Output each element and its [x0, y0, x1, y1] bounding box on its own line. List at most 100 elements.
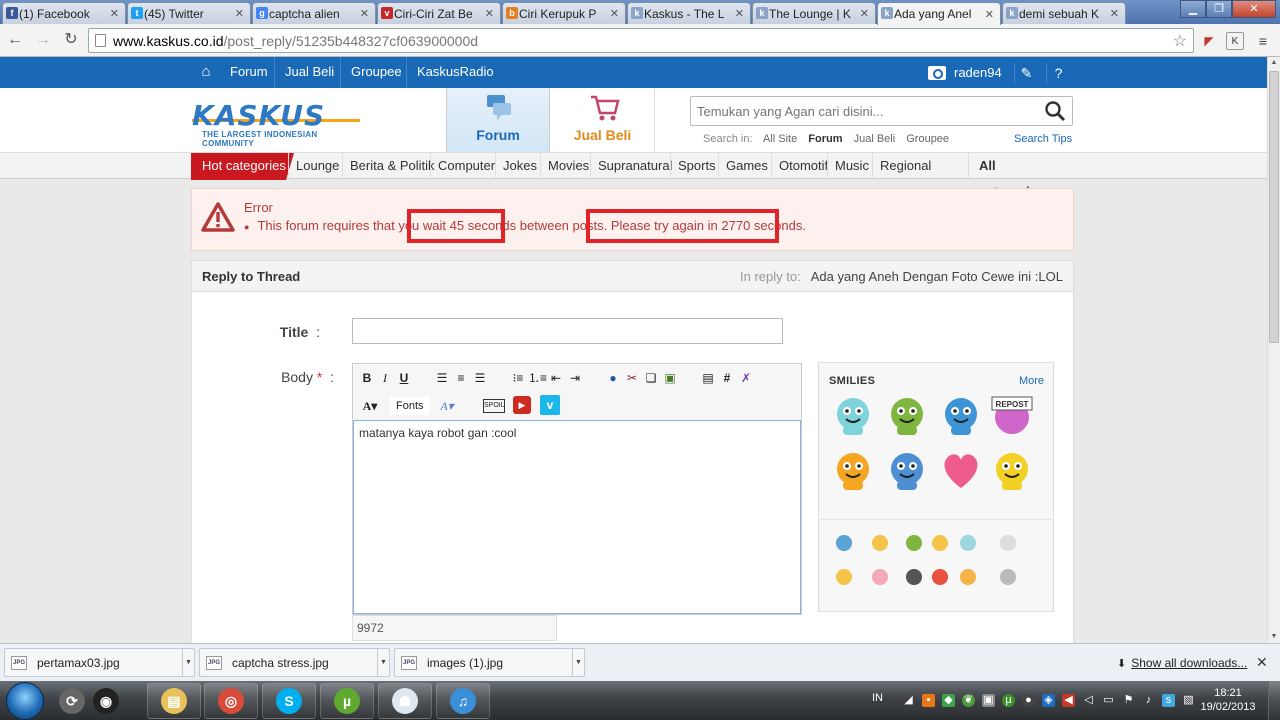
indent-icon[interactable]: ⇥: [566, 369, 584, 387]
code-icon[interactable]: ▤: [699, 369, 717, 387]
browser-tab[interactable]: t (45) Twitter ✕: [127, 2, 251, 24]
search-icon[interactable]: [1044, 100, 1066, 122]
taskbar-clock[interactable]: 18:21 19/02/2013: [1198, 686, 1258, 714]
small-angry-smiley[interactable]: [929, 568, 951, 586]
search-in-all-site[interactable]: All Site: [763, 133, 797, 145]
clear-format-icon[interactable]: ✗: [737, 369, 755, 387]
search-in-groupee[interactable]: Groupee: [906, 133, 949, 145]
category-regional[interactable]: Regional: [872, 153, 931, 179]
small-cendol-smiley[interactable]: [833, 534, 855, 552]
tray-utorrent-icon[interactable]: µ: [1002, 694, 1015, 707]
chevron-down-icon[interactable]: ▼: [182, 649, 194, 676]
youtube-icon[interactable]: ▶: [513, 396, 531, 414]
topnav-kaskusradio[interactable]: KaskusRadio: [406, 57, 494, 88]
align-right-icon[interactable]: ☰: [471, 369, 489, 387]
browser-tab[interactable]: k Kaskus - The L ✕: [627, 2, 751, 24]
tray-flag-icon[interactable]: ⚑: [1122, 694, 1135, 707]
category-sports[interactable]: Sports: [670, 153, 716, 179]
taskbar-sync-button[interactable]: ⟳: [58, 683, 86, 719]
small-smile-smiley[interactable]: [869, 534, 891, 552]
category-jokes[interactable]: Jokes: [495, 153, 537, 179]
topnav-jual-beli[interactable]: Jual Beli: [274, 57, 334, 88]
small-peace-smiley[interactable]: [997, 534, 1019, 552]
align-left-icon[interactable]: ☰: [433, 369, 451, 387]
browser-tab[interactable]: k The Lounge | K ✕: [752, 2, 876, 24]
extension-k-icon[interactable]: K: [1226, 32, 1244, 50]
hot-categories-button[interactable]: Hot categories: [191, 153, 294, 180]
back-arrow-icon[interactable]: ←: [4, 30, 26, 50]
volume-icon[interactable]: ◁: [1082, 694, 1095, 707]
taskbar-cat-button[interactable]: ☗: [378, 683, 432, 719]
bold-icon[interactable]: B: [358, 369, 376, 387]
home-icon[interactable]: ⌂: [196, 63, 216, 81]
bullet-list-icon[interactable]: ⁝≡: [509, 369, 527, 387]
search-input[interactable]: [691, 97, 1031, 125]
extension-red-icon[interactable]: ◤: [1200, 32, 1218, 50]
close-tab-icon[interactable]: ✕: [985, 8, 994, 21]
user-menu[interactable]: raden94: [928, 57, 1002, 88]
browser-tab[interactable]: v Ciri-Ciri Zat Be ✕: [377, 2, 501, 24]
outdent-icon[interactable]: ⇤: [547, 369, 565, 387]
watermelon-smiley[interactable]: [885, 393, 929, 437]
tray-antivirus-icon[interactable]: ◀: [1062, 694, 1075, 707]
spoiler-icon[interactable]: SPOIL: [483, 399, 505, 413]
topnav-forum[interactable]: Forum: [230, 57, 268, 88]
browser-tab[interactable]: f (1) Facebook ✕: [2, 2, 126, 24]
maximize-icon[interactable]: ❐: [1206, 0, 1232, 18]
small-sad-smiley[interactable]: [957, 568, 979, 586]
facepalm-smiley[interactable]: [831, 448, 875, 492]
tab-jual-beli[interactable]: Jual Beli: [551, 88, 655, 152]
download-item[interactable]: JPG pertamax03.jpg ▼: [4, 648, 195, 677]
small-dark-smiley[interactable]: [903, 568, 925, 586]
search-in-forum[interactable]: Forum: [808, 133, 842, 145]
tray-app-orange-icon[interactable]: ▪: [922, 694, 935, 707]
close-tab-icon[interactable]: ✕: [735, 7, 744, 20]
category-berita-politik[interactable]: Berita & Politik: [342, 153, 435, 179]
page-scrollbar[interactable]: ▲ ▼: [1267, 57, 1280, 643]
close-tab-icon[interactable]: ✕: [610, 7, 619, 20]
tray-app-green-icon[interactable]: ◆: [942, 694, 955, 707]
pencil-icon[interactable]: ✎: [1014, 63, 1038, 83]
tray-app-dark-icon[interactable]: ●: [1022, 694, 1035, 707]
blue-shock-smiley[interactable]: [885, 448, 929, 492]
scroll-thumb[interactable]: [1269, 71, 1279, 343]
close-tab-icon[interactable]: ✕: [1110, 7, 1119, 20]
show-all-downloads-link[interactable]: ⬇ Show all downloads...: [1117, 656, 1247, 670]
category-games[interactable]: Games: [718, 153, 768, 179]
tray-app-icon[interactable]: ▧: [1182, 694, 1195, 707]
scroll-down-icon[interactable]: ▼: [1268, 631, 1280, 643]
menu-wrench-icon[interactable]: ≡: [1254, 32, 1272, 50]
taskbar-camera-button[interactable]: ◉: [92, 683, 120, 719]
category-otomotif[interactable]: Otomotif: [771, 153, 828, 179]
tray-skype-icon[interactable]: s: [1162, 694, 1175, 707]
quote-icon[interactable]: ❏: [642, 369, 660, 387]
remove-link-icon[interactable]: ✂: [623, 369, 641, 387]
thread-title-link[interactable]: Ada yang Aneh Dengan Foto Cewe ini :LOL: [811, 269, 1063, 284]
heart-smiley[interactable]: [939, 448, 983, 492]
show-desktop-button[interactable]: [1268, 681, 1280, 720]
vimeo-icon[interactable]: v: [540, 395, 560, 415]
browser-tab[interactable]: b Ciri Kerupuk P ✕: [502, 2, 626, 24]
topnav-groupee[interactable]: Groupee: [340, 57, 402, 88]
taskbar-explorer-button[interactable]: ▤: [147, 683, 201, 719]
download-item[interactable]: JPG captcha stress.jpg ▼: [199, 648, 390, 677]
forward-arrow-icon[interactable]: →: [32, 30, 54, 50]
underline-icon[interactable]: U: [395, 369, 413, 387]
category-computer[interactable]: Computer: [430, 153, 495, 179]
network-icon[interactable]: ◢: [902, 694, 915, 707]
close-tab-icon[interactable]: ✕: [860, 7, 869, 20]
taskbar-chrome-button[interactable]: ◎: [204, 683, 258, 719]
insert-image-icon[interactable]: ▣: [661, 369, 679, 387]
fonts-dropdown[interactable]: Fonts: [390, 397, 430, 415]
search-tips-link[interactable]: Search Tips: [1014, 133, 1072, 145]
body-textarea[interactable]: matanya kaya robot gan :cool: [353, 420, 801, 614]
close-window-icon[interactable]: ✕: [1232, 0, 1276, 18]
hash-icon[interactable]: #: [718, 369, 736, 387]
cendol-smiley[interactable]: [831, 393, 875, 437]
tray-app-blue-icon[interactable]: ◈: [1042, 694, 1055, 707]
smilies-more-link[interactable]: More: [1019, 375, 1044, 387]
taskbar-utorrent-button[interactable]: µ: [320, 683, 374, 719]
taskbar-itunes-button[interactable]: ♫: [436, 683, 490, 719]
close-tab-icon[interactable]: ✕: [235, 7, 244, 20]
blue-grin-smiley[interactable]: [939, 393, 983, 437]
